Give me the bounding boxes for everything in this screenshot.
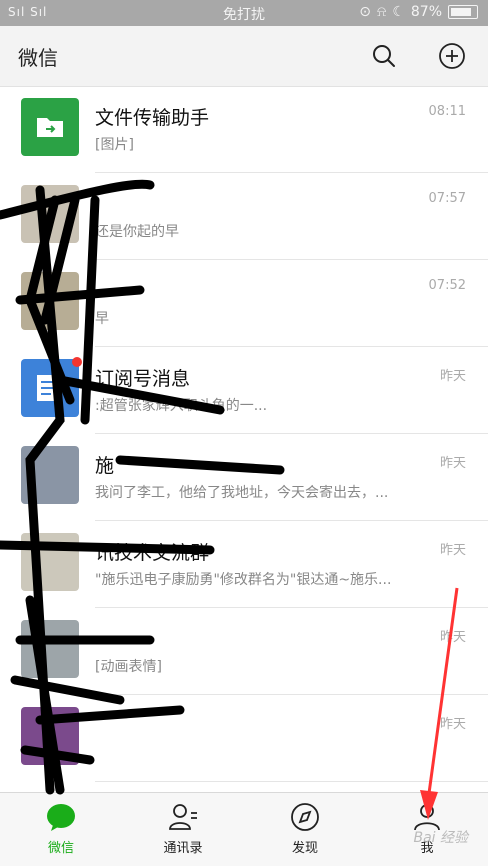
chat-name: 施: [95, 455, 115, 477]
avatar: [21, 707, 79, 765]
tab-label: 通讯录: [163, 841, 203, 856]
headset-icon: ⊙: [359, 4, 372, 20]
app-header: 微信: [0, 26, 488, 87]
folder-arrow-icon: [37, 118, 63, 137]
chat-time: 昨天: [439, 717, 466, 732]
avatar: [21, 620, 79, 678]
divider: [95, 520, 488, 521]
chat-time: 昨天: [439, 630, 466, 645]
divider: [95, 172, 488, 173]
chat-time: 昨天: [439, 369, 466, 384]
chat-time: 昨天: [439, 456, 466, 471]
chat-time: 08:11: [428, 104, 466, 119]
tab-label: 微信: [47, 841, 74, 856]
chat-item[interactable]: 昨天: [0, 696, 488, 782]
news-icon: [37, 375, 59, 401]
tab-discover[interactable]: 发现: [244, 793, 366, 866]
plus-circle-icon: [439, 43, 465, 69]
chat-time: 07:52: [428, 278, 466, 293]
battery-icon: [448, 5, 478, 19]
chat-preview: 我问了李工，他给了我地址，今天会寄出去，...: [95, 485, 389, 501]
avatar: [21, 98, 79, 156]
avatar: [21, 533, 79, 591]
divider: [95, 607, 488, 608]
avatar: [21, 359, 79, 417]
add-button[interactable]: [436, 40, 468, 72]
chat-name: 讯技术交流群: [95, 542, 210, 564]
chat-preview: 早: [95, 311, 109, 327]
contacts-icon: [169, 804, 197, 830]
divider: [95, 433, 488, 434]
search-icon: [373, 45, 395, 67]
divider: [95, 259, 488, 260]
chat-item[interactable]: [动画表情] 昨天: [0, 609, 488, 695]
chat-time: 07:57: [428, 191, 466, 206]
tab-chats[interactable]: 微信: [0, 793, 122, 866]
tab-label: 发现: [291, 841, 318, 856]
search-button[interactable]: [368, 40, 400, 72]
chat-item-subscriptions[interactable]: 订阅号消息 :超管张家辉入职斗鱼的一... 昨天: [0, 348, 488, 434]
divider: [95, 781, 488, 782]
chat-item[interactable]: 早 07:52: [0, 261, 488, 347]
battery-percent: 87%: [410, 4, 442, 20]
avatar: [21, 185, 79, 243]
divider: [95, 694, 488, 695]
divider: [95, 346, 488, 347]
status-right: ⊙ ⍾ ☾ 87%: [359, 4, 478, 20]
unread-dot: [72, 357, 82, 367]
status-bar: Sıl Sıl 免打扰 ⊙ ⍾ ☾ 87%: [0, 0, 488, 26]
watermark: Bai 经验: [413, 830, 468, 846]
chat-item[interactable]: 还是你起的早 07:57: [0, 174, 488, 260]
page-title: 微信: [18, 46, 58, 70]
tab-contacts[interactable]: 通讯录: [122, 793, 244, 866]
chat-preview: :超管张家辉入职斗鱼的一...: [95, 398, 268, 414]
avatar: [21, 446, 79, 504]
chat-time: 昨天: [439, 543, 466, 558]
compass-icon: [291, 803, 319, 831]
chat-preview: [图片]: [95, 137, 134, 153]
chat-name: 文件传输助手: [95, 107, 210, 129]
alarm-off-icon: ⍾: [377, 4, 387, 20]
chat-bubble-icon: [47, 804, 75, 831]
chat-item[interactable]: 施 我问了李工，他给了我地址，今天会寄出去，... 昨天: [0, 435, 488, 521]
chat-item-group[interactable]: 讯技术交流群 "施乐迅电子康励勇"修改群名为"银达通~施乐... 昨天: [0, 522, 488, 608]
avatar: [21, 272, 79, 330]
chat-preview: "施乐迅电子康励勇"修改群名为"银达通~施乐...: [95, 572, 392, 588]
chat-name: 订阅号消息: [95, 368, 191, 390]
moon-icon: ☾: [392, 4, 405, 20]
chat-preview: 还是你起的早: [95, 224, 179, 240]
chat-preview: [动画表情]: [95, 659, 162, 675]
chat-item-file-transfer[interactable]: 文件传输助手 [图片] 08:11: [0, 87, 488, 173]
